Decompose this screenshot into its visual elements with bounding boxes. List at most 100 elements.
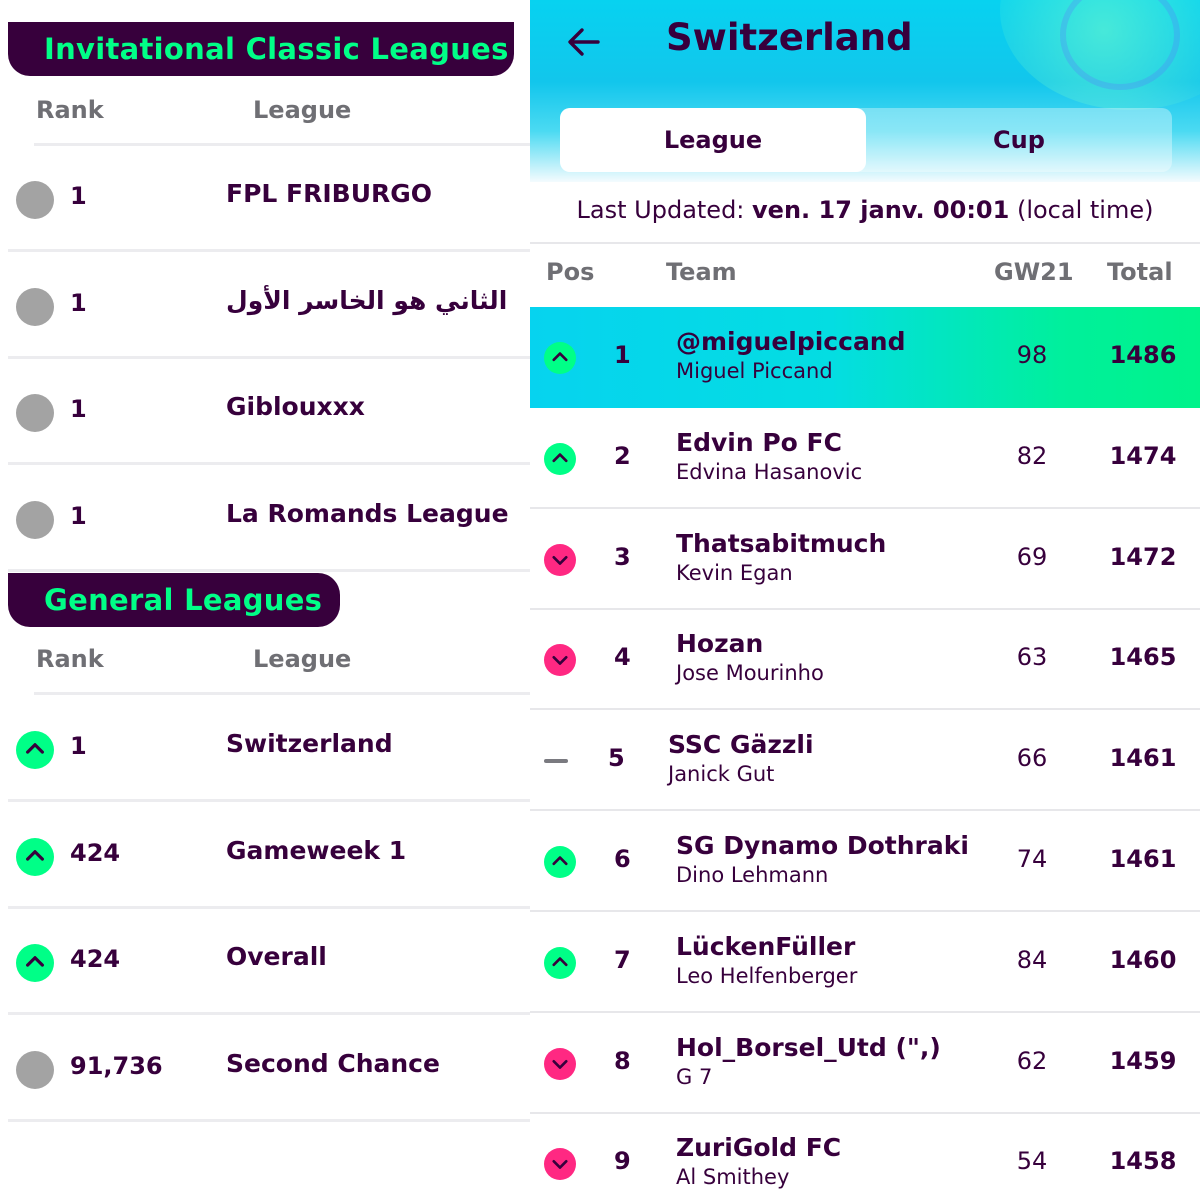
league-row[interactable]: 1 الثاني هو الخاسر الأول (0, 253, 530, 359)
total-points: 1461 (1109, 845, 1177, 873)
league-rank: 1 (70, 288, 87, 317)
position: 3 (614, 542, 631, 571)
no-change-icon (544, 759, 568, 764)
rank-up-icon (544, 442, 576, 475)
league-name[interactable]: الثاني هو الخاسر الأول (226, 286, 507, 315)
league-row[interactable]: 1 Switzerland (0, 696, 530, 802)
league-name[interactable]: Giblouxxx (226, 392, 365, 421)
no-change-icon (16, 1050, 54, 1089)
league-name[interactable]: La Romands League (226, 499, 509, 528)
manager-name: Edvina Hasanovic (676, 459, 863, 484)
tab-cup[interactable]: Cup (866, 108, 1172, 172)
team-column-header: Team (666, 258, 737, 286)
league-row[interactable]: 424 Gameweek 1 (0, 803, 530, 909)
back-arrow-icon[interactable] (564, 22, 604, 62)
gameweek-points: 98 (1016, 341, 1048, 369)
rank-column-header: Rank (36, 96, 104, 124)
total-points: 1458 (1109, 1147, 1177, 1176)
general-leagues-heading: General Leagues (8, 573, 340, 627)
team-name[interactable]: LückenFüller (676, 932, 855, 961)
manager-name: Leo Helfenberger (676, 963, 858, 988)
no-change-icon (16, 287, 54, 326)
rank-up-icon (544, 846, 576, 878)
rank-up-icon (544, 342, 576, 374)
standings-row[interactable]: 5 SSC Gäzzli Janick Gut 66 1461 (530, 710, 1200, 812)
manager-name: Janick Gut (668, 762, 775, 787)
manager-name: Jose Mourinho (676, 661, 824, 686)
gameweek-points: 84 (1016, 945, 1048, 974)
rank-up-icon (16, 837, 54, 876)
team-name[interactable]: ZuriGold FC (676, 1133, 841, 1162)
invitational-leagues-heading: Invitational Classic Leagues (8, 22, 514, 76)
divider (8, 1118, 530, 1122)
position: 6 (614, 845, 631, 873)
team-name[interactable]: @miguelpiccand (676, 327, 906, 356)
rank-up-icon (544, 946, 576, 979)
league-row[interactable]: 424 Overall (0, 909, 530, 1015)
gameweek-points: 82 (1016, 441, 1048, 470)
tab-league[interactable]: League (560, 108, 866, 172)
league-row[interactable]: 1 FPL FRIBURGO (0, 146, 530, 252)
league-row[interactable]: 1 La Romands League (0, 466, 530, 572)
gameweek-points: 54 (1016, 1147, 1048, 1176)
standings-row[interactable]: 2 Edvin Po FC Edvina Hasanovic 82 1474 (530, 408, 1200, 509)
position: 1 (614, 341, 631, 369)
team-name[interactable]: Thatsabitmuch (676, 529, 886, 558)
manager-name: Kevin Egan (676, 560, 793, 585)
team-name[interactable]: Hol_Borsel_Utd (",) (676, 1033, 941, 1062)
pos-column-header: Pos (546, 258, 595, 286)
league-name[interactable]: Gameweek 1 (226, 836, 406, 865)
league-column-header: League (253, 96, 352, 124)
page-title: Switzerland (666, 16, 913, 59)
leagues-panel: Invitational Classic Leagues Rank League… (0, 0, 530, 1200)
league-name[interactable]: Switzerland (226, 729, 393, 758)
position: 9 (614, 1147, 631, 1176)
standings-row[interactable]: 7 LückenFüller Leo Helfenberger 84 1460 (530, 912, 1200, 1013)
standings-row[interactable]: 1 @miguelpiccand Miguel Piccand 98 1486 (530, 307, 1200, 408)
standings-row[interactable]: 9 ZuriGold FC Al Smithey 54 1458 (530, 1113, 1200, 1200)
gameweek-points: 69 (1016, 542, 1048, 571)
gameweek-points: 63 (1016, 643, 1048, 672)
league-name[interactable]: Overall (226, 942, 327, 971)
position: 2 (614, 441, 631, 470)
team-name[interactable]: SSC Gäzzli (668, 730, 814, 759)
team-name[interactable]: Edvin Po FC (676, 428, 842, 457)
gameweek-points: 74 (1016, 845, 1048, 873)
standings-row[interactable]: 8 Hol_Borsel_Utd (",) G 7 62 1459 (530, 1013, 1200, 1114)
manager-name: Al Smithey (676, 1165, 790, 1190)
no-change-icon (16, 500, 54, 539)
league-rank: 91,736 (70, 1051, 163, 1080)
last-updated-value: ven. 17 janv. 00:01 (752, 196, 1010, 224)
league-row[interactable]: 91,736 Second Chance (0, 1016, 530, 1122)
manager-name: Miguel Piccand (676, 359, 833, 383)
total-points: 1472 (1109, 542, 1177, 571)
position: 4 (614, 643, 631, 672)
rank-column-header: Rank (36, 645, 104, 673)
rank-down-icon (544, 1148, 576, 1181)
manager-name: G 7 (676, 1064, 713, 1089)
total-points: 1459 (1109, 1046, 1177, 1075)
tab-bar: League Cup (560, 108, 1172, 172)
total-points: 1460 (1109, 945, 1177, 974)
rank-up-icon (16, 731, 54, 769)
league-rank: 1 (70, 501, 87, 530)
team-name[interactable]: SG Dynamo Dothraki (676, 831, 969, 860)
league-row[interactable]: 1 Giblouxxx (0, 359, 530, 465)
rank-down-icon (544, 543, 576, 576)
league-rank: 1 (70, 395, 87, 423)
divider (530, 242, 1200, 244)
rank-down-icon (544, 644, 576, 677)
rank-up-icon (16, 944, 54, 982)
standings-row[interactable]: 3 Thatsabitmuch Kevin Egan 69 1472 (530, 509, 1200, 610)
standings-row[interactable]: 6 SG Dynamo Dothraki Dino Lehmann 74 1461 (530, 811, 1200, 912)
no-change-icon (16, 394, 54, 432)
total-points: 1465 (1109, 643, 1177, 672)
league-name[interactable]: FPL FRIBURGO (226, 179, 432, 208)
gameweek-points: 66 (1016, 744, 1048, 773)
no-change-icon (16, 181, 54, 219)
league-name[interactable]: Second Chance (226, 1049, 440, 1078)
standings-row[interactable]: 4 Hozan Jose Mourinho 63 1465 (530, 609, 1200, 711)
team-name[interactable]: Hozan (676, 629, 763, 658)
standings-header: Switzerland League Cup (530, 0, 1200, 182)
league-rank: 424 (70, 945, 121, 973)
